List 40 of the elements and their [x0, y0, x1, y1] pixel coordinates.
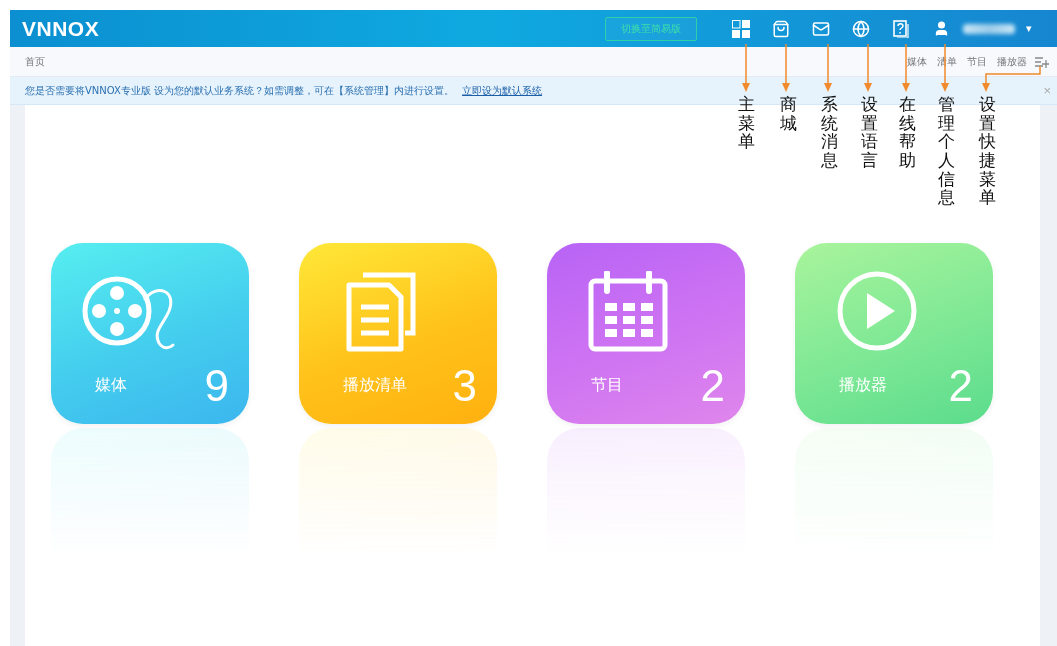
globe-icon [852, 19, 870, 38]
play-circle-icon [835, 269, 919, 353]
dashboard-card[interactable]: 节目 2 [547, 243, 745, 424]
quick-link[interactable]: 媒体 [907, 54, 927, 69]
annotation-label: 主菜单 [738, 95, 755, 152]
annotation-label: 设置快捷菜单 [979, 95, 996, 208]
card-label: 媒体 [95, 375, 128, 396]
notice-text: 您是否需要将VNNOX专业版 设为您的默认业务系统？如需调整，可在【系统管理】内进行设置。 [25, 83, 455, 98]
annotation-label: 管理个人信息 [938, 95, 955, 208]
annotation-arrow [742, 43, 750, 92]
quick-link[interactable]: 节目 [967, 54, 987, 69]
mail-icon [812, 19, 830, 38]
grid-icon [732, 19, 750, 38]
breadcrumb: 首页 [25, 54, 45, 69]
set-default-link[interactable]: 立即设为默认系统 [462, 83, 543, 98]
annotation-arrow [864, 43, 872, 92]
annotation-label: 商城 [780, 95, 797, 133]
quick-link[interactable]: 播放器 [997, 54, 1027, 69]
close-button[interactable]: × [1043, 83, 1051, 98]
annotation-arrow [982, 65, 1041, 92]
annotation-label: 系统消息 [821, 95, 838, 170]
card-count: 3 [452, 360, 477, 411]
user-menu-caret[interactable]: ▾ [1015, 22, 1043, 35]
card-label: 播放器 [839, 375, 888, 396]
card-label: 节目 [591, 375, 624, 396]
annotation-arrow [824, 43, 832, 92]
card-count: 2 [948, 360, 973, 411]
calendar-icon [587, 271, 669, 353]
annotation-label: 在线帮助 [899, 95, 916, 170]
quick-menu-settings-button[interactable] [1035, 55, 1049, 68]
card-count: 9 [204, 360, 229, 411]
blurred-username [963, 23, 1015, 34]
shopping-bag-icon [772, 19, 790, 38]
help-icon [893, 19, 909, 38]
dashboard-card[interactable]: 媒体 9 [51, 243, 249, 424]
card-count: 2 [700, 360, 725, 411]
annotation-label: 设置语言 [861, 95, 878, 170]
logo: VNNOX [22, 16, 100, 41]
card-label: 播放清单 [343, 375, 408, 396]
annotation-arrow [782, 43, 790, 92]
